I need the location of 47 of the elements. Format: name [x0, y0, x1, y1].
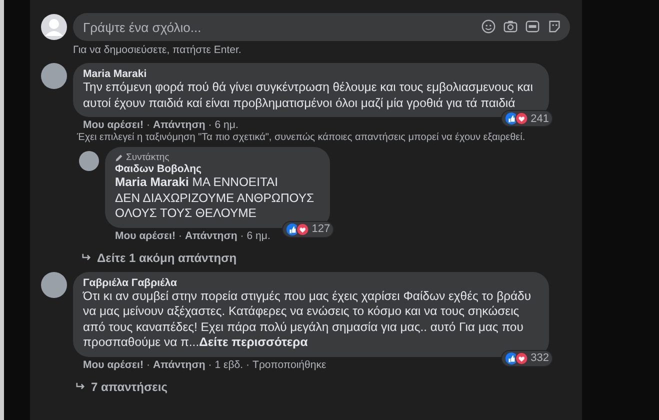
- reply-arrow-icon: [75, 382, 86, 391]
- like-link[interactable]: Μου αρέσει!: [115, 230, 176, 242]
- separator-dot: ·: [208, 119, 212, 131]
- reply-text: Maria Maraki ΜΑ ΕΝΝΟΕΙΤΑΙ ΔΕΝ ΔΙΑΧΩΡΙΖΟΥΜΕ ΑΝΘΡΩΠΟΥΣ ΟΛΟΥΣ ΤΟΥΣ ΘΕΛΟΥΜΕ: [115, 175, 314, 222]
- avatar-photo-placeholder: [79, 151, 99, 171]
- avatar-photo-placeholder: [41, 272, 67, 298]
- separator-dot: ·: [246, 358, 250, 370]
- emoji-icon[interactable]: [481, 19, 496, 34]
- user-avatar-icon: [41, 14, 67, 40]
- reaction-icons-icon: [286, 222, 310, 236]
- post-hint: Για να δημοσιεύσετε, πατήστε Enter.: [73, 44, 242, 56]
- like-link[interactable]: Μου αρέσει!: [83, 119, 144, 131]
- reaction-icons-icon: [504, 352, 529, 364]
- reaction-count: 332: [500, 350, 553, 366]
- comment-text: Ότι κι αν συμβεί στην πορεία στιγμές που μας έχεις χαρίσει Φαίδων εχθές το βράδυ να μας μείνουν αξέχαστες. Κατάφερες να ενώσεις το κόσμο και να τους σηκώσεις από τους καναπέδες! Εχει πάρα πολύ μεγάλη σημασία για μας.. αυτό Για μας που προσπαθούμε να π...Δείτε περισσότερα: [83, 288, 532, 350]
- camera-icon[interactable]: [503, 19, 518, 34]
- like-link[interactable]: Μου αρέσει!: [83, 358, 144, 370]
- comment-time: 1 εβδ.: [214, 358, 244, 370]
- separator-dot: ·: [240, 230, 244, 242]
- sort-notice: Έχει επιλεγεί η ταξινόμηση "Τα πιο σχετικά", συνεπώς κάποιες απαντήσεις μπορεί να έχουν εξαιρεθεί.: [77, 132, 526, 143]
- comment-time: 6 ημ.: [246, 230, 270, 242]
- comment-time: 6 ημ.: [214, 119, 238, 131]
- separator-dot: ·: [208, 358, 212, 370]
- author-name[interactable]: Γαβριέλα Γαβριέλα: [83, 276, 539, 288]
- author-name[interactable]: Maria Maraki: [83, 68, 539, 80]
- avatar-photo-placeholder: [41, 63, 67, 89]
- reply-link[interactable]: Απάντηση: [152, 358, 206, 370]
- separator-dot: ·: [146, 358, 150, 370]
- edited-label: Τροποποιήθηκε: [252, 358, 326, 370]
- comment-text: Την επόμενη φορά πού θά γίνει συγκέντρωση θέλουμε και τους εμβολιασμενους και αυτοί έχουν παιδιά καί είναι προβληματισμένοι όλοι μαζί μία γροθιά για τά παιδιά: [83, 80, 534, 111]
- reply-arrow-icon: [81, 253, 92, 262]
- more-replies-link[interactable]: Δείτε 1 ακόμη απάντηση: [81, 250, 237, 264]
- reply-link[interactable]: Απάντηση: [152, 119, 206, 131]
- reaction-count: 241: [500, 110, 553, 127]
- more-replies-link[interactable]: 7 απαντήσεις: [75, 380, 168, 394]
- reaction-count: 127: [282, 220, 334, 238]
- author-name[interactable]: Φαιδων Βοβολης: [115, 163, 314, 175]
- gif-icon[interactable]: [525, 19, 540, 34]
- see-more-link[interactable]: Δείτε περισσότερα: [199, 335, 308, 349]
- comment-field[interactable]: Γράψτε ένα σχόλιο...: [73, 13, 570, 41]
- pencil-icon: [115, 154, 123, 162]
- separator-dot: ·: [146, 119, 150, 131]
- reply-link[interactable]: Απάντηση: [184, 230, 238, 242]
- separator-dot: ·: [178, 230, 182, 242]
- badge-label: Συντάκτης: [126, 152, 170, 163]
- reaction-icons-icon: [504, 112, 529, 125]
- sticker-icon[interactable]: [547, 19, 562, 34]
